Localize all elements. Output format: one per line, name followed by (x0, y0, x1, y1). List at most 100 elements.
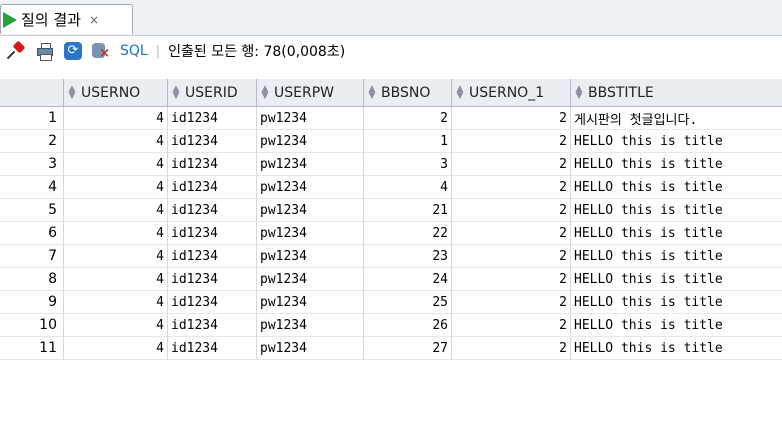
cell-userid[interactable]: id1234 (168, 130, 257, 153)
row-number[interactable]: 7 (0, 245, 64, 268)
cell-userpw[interactable]: pw1234 (257, 153, 364, 176)
pin-button[interactable] (6, 40, 28, 62)
cell-userpw[interactable]: pw1234 (257, 199, 364, 222)
row-number[interactable]: 9 (0, 291, 64, 314)
cell-userid[interactable]: id1234 (168, 245, 257, 268)
cell-bbsno[interactable]: 26 (364, 314, 452, 337)
row-number[interactable]: 8 (0, 268, 64, 291)
cell-userno-1[interactable]: 2 (452, 199, 571, 222)
sql-link[interactable]: SQL (120, 43, 148, 59)
table-row[interactable]: 11 4 id1234 pw1234 27 2 HELLO this is title (0, 337, 782, 360)
cell-bbsno[interactable]: 3 (364, 153, 452, 176)
cell-userid[interactable]: id1234 (168, 222, 257, 245)
column-header-userno[interactable]: ▲ ▼ USERNO (64, 79, 168, 107)
table-row[interactable]: 6 4 id1234 pw1234 22 2 HELLO this is title (0, 222, 782, 245)
row-number[interactable]: 3 (0, 153, 64, 176)
cell-userno-1[interactable]: 2 (452, 245, 571, 268)
cell-userno-1[interactable]: 2 (452, 107, 571, 130)
cell-bbstitle[interactable]: HELLO this is title (571, 199, 782, 222)
cell-userid[interactable]: id1234 (168, 107, 257, 130)
table-row[interactable]: 5 4 id1234 pw1234 21 2 HELLO this is title (0, 199, 782, 222)
cell-userid[interactable]: id1234 (168, 314, 257, 337)
table-row[interactable]: 10 4 id1234 pw1234 26 2 HELLO this is title (0, 314, 782, 337)
table-row[interactable]: 1 4 id1234 pw1234 2 2 게시판의 첫글입니다. (0, 107, 782, 130)
row-number[interactable]: 6 (0, 222, 64, 245)
cell-bbstitle[interactable]: HELLO this is title (571, 337, 782, 360)
cell-userid[interactable]: id1234 (168, 337, 257, 360)
row-number[interactable]: 2 (0, 130, 64, 153)
cell-userno-1[interactable]: 2 (452, 268, 571, 291)
cell-bbstitle[interactable]: HELLO this is title (571, 222, 782, 245)
cell-bbsno[interactable]: 21 (364, 199, 452, 222)
cell-bbstitle[interactable]: HELLO this is title (571, 130, 782, 153)
table-row[interactable]: 9 4 id1234 pw1234 25 2 HELLO this is title (0, 291, 782, 314)
column-header-userno-1[interactable]: ▲ ▼ USERNO_1 (452, 79, 571, 107)
cell-userno[interactable]: 4 (64, 245, 168, 268)
cell-bbstitle[interactable]: HELLO this is title (571, 291, 782, 314)
cell-bbstitle[interactable]: 게시판의 첫글입니다. (571, 107, 782, 130)
table-row[interactable]: 2 4 id1234 pw1234 1 2 HELLO this is title (0, 130, 782, 153)
cell-userno-1[interactable]: 2 (452, 176, 571, 199)
cell-userid[interactable]: id1234 (168, 199, 257, 222)
cell-bbstitle[interactable]: HELLO this is title (571, 268, 782, 291)
row-number[interactable]: 5 (0, 199, 64, 222)
cell-bbsno[interactable]: 4 (364, 176, 452, 199)
cell-bbsno[interactable]: 27 (364, 337, 452, 360)
cell-userno-1[interactable]: 2 (452, 222, 571, 245)
cell-bbstitle[interactable]: HELLO this is title (571, 245, 782, 268)
cell-userno[interactable]: 4 (64, 268, 168, 291)
cancel-query-button[interactable]: × (90, 40, 112, 62)
tab-close-icon[interactable]: × (89, 13, 99, 27)
row-number[interactable]: 11 (0, 337, 64, 360)
cell-userpw[interactable]: pw1234 (257, 337, 364, 360)
print-button[interactable] (34, 40, 56, 62)
table-row[interactable]: 3 4 id1234 pw1234 3 2 HELLO this is title (0, 153, 782, 176)
row-number[interactable]: 4 (0, 176, 64, 199)
cell-userno-1[interactable]: 2 (452, 314, 571, 337)
cell-bbsno[interactable]: 23 (364, 245, 452, 268)
cell-userid[interactable]: id1234 (168, 176, 257, 199)
row-number[interactable]: 1 (0, 107, 64, 130)
cell-userno[interactable]: 4 (64, 130, 168, 153)
cell-userno-1[interactable]: 2 (452, 337, 571, 360)
cell-userno[interactable]: 4 (64, 199, 168, 222)
table-row[interactable]: 4 4 id1234 pw1234 4 2 HELLO this is title (0, 176, 782, 199)
cell-bbstitle[interactable]: HELLO this is title (571, 314, 782, 337)
cell-userno[interactable]: 4 (64, 176, 168, 199)
cell-userno[interactable]: 4 (64, 153, 168, 176)
cell-bbstitle[interactable]: HELLO this is title (571, 153, 782, 176)
column-header-userid[interactable]: ▲ ▼ USERID (168, 79, 257, 107)
cell-bbstitle[interactable]: HELLO this is title (571, 176, 782, 199)
cell-userno-1[interactable]: 2 (452, 153, 571, 176)
cell-userid[interactable]: id1234 (168, 268, 257, 291)
cell-userno[interactable]: 4 (64, 222, 168, 245)
cell-bbsno[interactable]: 25 (364, 291, 452, 314)
cell-bbsno[interactable]: 22 (364, 222, 452, 245)
column-header-bbstitle[interactable]: ▲ ▼ BBSTITLE (571, 79, 782, 107)
cell-userno-1[interactable]: 2 (452, 130, 571, 153)
cell-userpw[interactable]: pw1234 (257, 107, 364, 130)
cell-userpw[interactable]: pw1234 (257, 176, 364, 199)
cell-userno[interactable]: 4 (64, 291, 168, 314)
column-header-bbsno[interactable]: ▲ ▼ BBSNO (364, 79, 452, 107)
cell-userpw[interactable]: pw1234 (257, 314, 364, 337)
cell-userid[interactable]: id1234 (168, 153, 257, 176)
cell-userpw[interactable]: pw1234 (257, 130, 364, 153)
cell-userpw[interactable]: pw1234 (257, 291, 364, 314)
refresh-button[interactable]: ⟳ (62, 40, 84, 62)
table-row[interactable]: 7 4 id1234 pw1234 23 2 HELLO this is title (0, 245, 782, 268)
cell-userno[interactable]: 4 (64, 107, 168, 130)
tab-query-result[interactable]: 질의 결과 × (0, 4, 133, 34)
cell-userpw[interactable]: pw1234 (257, 245, 364, 268)
cell-userpw[interactable]: pw1234 (257, 268, 364, 291)
cell-bbsno[interactable]: 2 (364, 107, 452, 130)
cell-bbsno[interactable]: 1 (364, 130, 452, 153)
cell-userpw[interactable]: pw1234 (257, 222, 364, 245)
cell-userno-1[interactable]: 2 (452, 291, 571, 314)
cell-userid[interactable]: id1234 (168, 291, 257, 314)
column-header-userpw[interactable]: ▲ ▼ USERPW (257, 79, 364, 107)
cell-bbsno[interactable]: 24 (364, 268, 452, 291)
row-number[interactable]: 10 (0, 314, 64, 337)
cell-userno[interactable]: 4 (64, 314, 168, 337)
cell-userno[interactable]: 4 (64, 337, 168, 360)
